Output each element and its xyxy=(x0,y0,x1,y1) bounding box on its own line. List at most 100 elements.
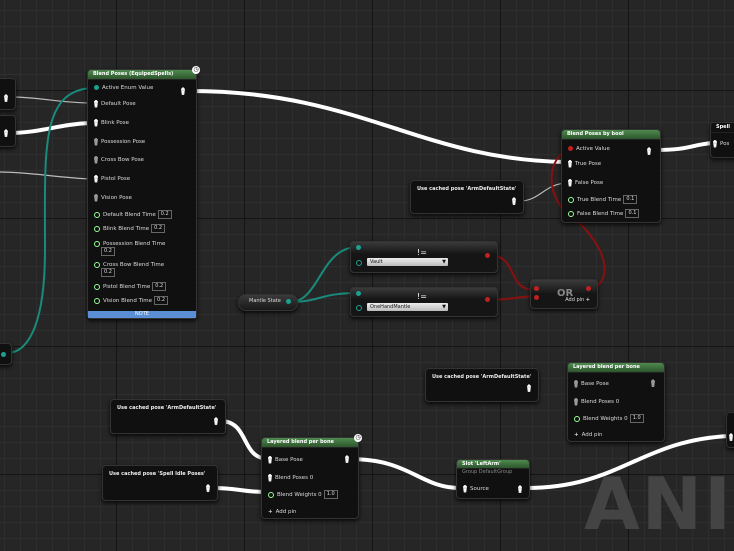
node-title: Blend Poses (EquipedSpells) xyxy=(88,70,196,80)
pose-pin-icon[interactable] xyxy=(463,484,467,493)
pose-pin-icon[interactable] xyxy=(574,379,578,388)
output-pose-pin-icon[interactable] xyxy=(651,379,655,387)
pose-pin-icon[interactable] xyxy=(4,129,8,137)
layered-blend-node-bottom[interactable]: Layered blend per bone ◷ Base Pose Blend… xyxy=(261,434,362,519)
float-pin-icon[interactable] xyxy=(94,283,100,290)
output-pose-pin-icon[interactable] xyxy=(527,384,531,392)
offscreen-node-left-3[interactable] xyxy=(0,343,12,365)
output-pose-pin-icon[interactable] xyxy=(512,197,516,205)
active-enum-label: Active Enum Value xyxy=(102,85,154,91)
chevron-down-icon: ▼ xyxy=(442,304,446,310)
output-pose-pin-icon[interactable] xyxy=(518,485,522,493)
note-button[interactable]: NOTE xyxy=(88,311,196,318)
pose-pin-icon[interactable] xyxy=(94,155,98,164)
output-pose-pin-icon[interactable] xyxy=(214,417,218,425)
enum-pin-icon[interactable] xyxy=(1,352,6,357)
offscreen-node-right[interactable] xyxy=(726,412,734,448)
blend-time-value[interactable]: 0.2 xyxy=(152,282,167,291)
float-pin-icon[interactable] xyxy=(568,196,574,203)
not-equal-mantle-node[interactable]: != OneHandMantle ▼ xyxy=(350,287,498,317)
node-title: Use cached pose 'ArmDefaultState' xyxy=(432,374,532,380)
enum-pin-icon[interactable] xyxy=(94,85,99,90)
float-pin-icon[interactable] xyxy=(94,211,100,218)
mantle-state-variable-node[interactable]: Mantle State xyxy=(238,294,298,311)
cached-pose-node[interactable]: Use cached pose 'ArmDefaultState' xyxy=(410,180,524,214)
pose-pin-icon[interactable] xyxy=(713,139,717,148)
slot-group-label: Group DefaultGroup xyxy=(462,469,513,475)
output-pose-pin-icon[interactable] xyxy=(647,147,651,155)
output-pose-pin-icon[interactable] xyxy=(206,484,210,492)
add-pin-button[interactable]: Add pin + xyxy=(565,297,593,303)
blend-poses-enum-node[interactable]: Blend Poses (EquipedSpells) ◷ Active Enu… xyxy=(87,66,200,319)
blend-weights-value[interactable]: 1.0 xyxy=(323,490,338,499)
pose-pin-icon[interactable] xyxy=(94,118,98,127)
add-pin-button[interactable]: + Add pin xyxy=(574,430,603,440)
pose-pin-icon[interactable] xyxy=(94,99,98,108)
blend-time-value[interactable]: 0.2 xyxy=(101,247,115,256)
enum-pin-icon[interactable] xyxy=(356,291,361,296)
blend-time-value[interactable]: 0.2 xyxy=(154,296,168,305)
pose-wire xyxy=(654,141,713,152)
dropdown-value: Vault xyxy=(370,259,383,265)
enum-pin-icon[interactable] xyxy=(356,305,362,311)
bool-pin-icon[interactable] xyxy=(485,253,490,258)
slot-node[interactable]: Slot 'LeftArm' Group DefaultGroup Source xyxy=(456,459,530,499)
add-pin-label: Add pin xyxy=(581,432,603,438)
pose-pin-icon[interactable] xyxy=(574,397,578,406)
bool-pin-icon[interactable] xyxy=(534,295,539,300)
offscreen-node-left-2[interactable] xyxy=(0,115,16,147)
pose-pin-label: Vision Pose xyxy=(101,195,132,201)
cached-pose-node[interactable]: Use cached pose 'ArmDefaultState' xyxy=(110,399,226,434)
float-pin-icon[interactable] xyxy=(574,415,580,422)
offscreen-node-left-1[interactable] xyxy=(0,78,16,110)
node-title: Use cached pose 'Spell Idle Poses' xyxy=(109,471,206,477)
blend-weights-value[interactable]: 1.0 xyxy=(629,414,644,423)
pose-wire xyxy=(211,486,269,494)
float-pin-icon[interactable] xyxy=(94,225,100,232)
blend-time-value[interactable]: 0.2 xyxy=(157,210,172,219)
blend-time-value[interactable]: 0.2 xyxy=(151,224,166,233)
output-pose-pin-icon[interactable] xyxy=(181,87,185,95)
enum-pin-icon[interactable] xyxy=(356,245,361,250)
pose-pin-icon[interactable] xyxy=(568,178,572,187)
pose-pin-icon[interactable] xyxy=(268,455,272,464)
cached-pose-node[interactable]: Use cached pose 'Spell Idle Poses' xyxy=(102,465,218,501)
pose-pin-icon[interactable] xyxy=(4,94,8,102)
variable-label: Mantle State xyxy=(249,298,281,304)
false-blend-time-value[interactable]: 0.1 xyxy=(625,209,640,218)
bool-pin-icon[interactable] xyxy=(568,146,573,151)
spell-node[interactable]: Spell Pos xyxy=(710,122,734,158)
bool-pin-icon[interactable] xyxy=(586,286,591,291)
layered-blend-node-top[interactable]: Layered blend per bone Base Pose Blend P… xyxy=(567,362,665,442)
enum-pin-icon[interactable] xyxy=(286,299,291,304)
pose-pin-icon[interactable] xyxy=(94,137,98,146)
blend-time-value[interactable]: 0.2 xyxy=(101,268,115,277)
cached-pose-node[interactable]: Use cached pose 'ArmDefaultState' xyxy=(425,368,539,402)
pose-pin-label: Cross Bow Pose xyxy=(101,157,144,163)
pose-pin-icon[interactable] xyxy=(568,159,572,168)
pose-pin-icon[interactable] xyxy=(729,433,733,441)
enum-pin-icon[interactable] xyxy=(356,260,362,266)
bool-pin-icon[interactable] xyxy=(534,286,539,291)
float-pin-icon[interactable] xyxy=(568,210,574,217)
enum-dropdown[interactable]: Vault ▼ xyxy=(367,258,448,266)
float-pin-icon[interactable] xyxy=(94,261,100,268)
output-pose-pin-icon[interactable] xyxy=(345,455,349,463)
node-title: Slot 'LeftArm' xyxy=(457,460,529,469)
blend-weights-label: Blend Weights 0 xyxy=(277,492,322,498)
false-blend-time-label: False Blend Time xyxy=(577,211,624,217)
pose-pin-icon[interactable] xyxy=(94,193,98,202)
float-pin-icon[interactable] xyxy=(94,240,100,247)
pose-pin-icon[interactable] xyxy=(268,473,272,482)
true-blend-time-value[interactable]: 0.1 xyxy=(623,195,638,204)
float-pin-icon[interactable] xyxy=(268,491,274,498)
pose-pin-icon[interactable] xyxy=(94,174,98,183)
anim-graph-canvas[interactable]: ANIM Blend Poses (EquipedSpells) ◷ Activ… xyxy=(0,0,734,551)
not-equal-vault-node[interactable]: != Vault ▼ xyxy=(350,241,498,273)
enum-dropdown[interactable]: OneHandMantle ▼ xyxy=(367,303,448,311)
bool-pin-icon[interactable] xyxy=(485,297,490,302)
or-node[interactable]: OR Add pin + xyxy=(530,279,598,309)
blend-poses-bool-node[interactable]: Blend Poses by bool Active Value True Po… xyxy=(561,129,661,223)
add-pin-button[interactable]: + Add pin xyxy=(268,507,297,517)
float-pin-icon[interactable] xyxy=(94,297,100,304)
